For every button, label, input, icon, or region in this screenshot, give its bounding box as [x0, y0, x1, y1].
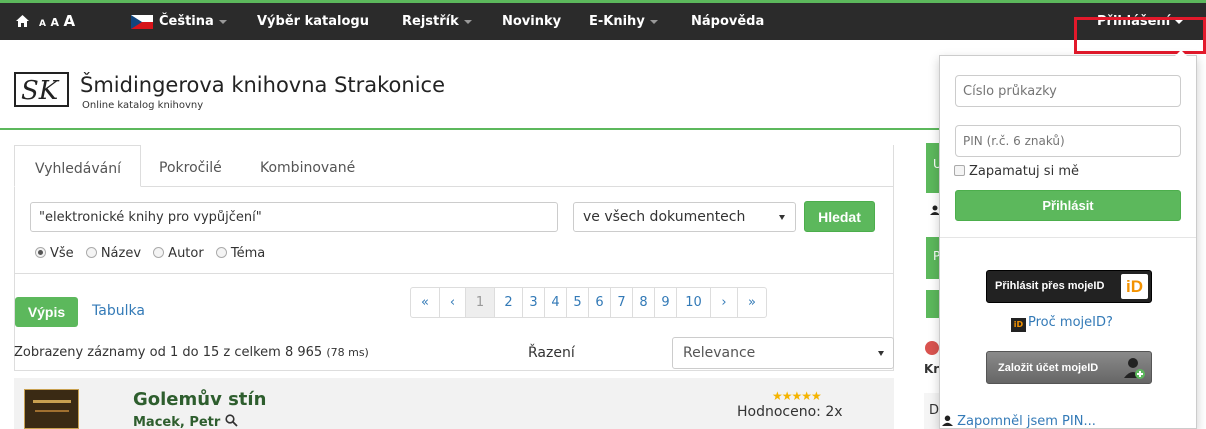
- page-first[interactable]: «: [411, 288, 440, 317]
- chevron-down-icon: [649, 19, 658, 24]
- page-5[interactable]: 5: [567, 288, 589, 317]
- page-2[interactable]: 2: [495, 288, 523, 317]
- notification-badge: [925, 341, 939, 355]
- card-number-input[interactable]: [955, 75, 1181, 107]
- book-cover-image[interactable]: [24, 389, 79, 429]
- header-divider: [0, 128, 940, 130]
- page-7[interactable]: 7: [611, 288, 633, 317]
- page-1[interactable]: 1: [466, 288, 495, 317]
- select-arrow-icon: [779, 215, 785, 220]
- radio-all[interactable]: [35, 247, 46, 258]
- search-field-radios: Vše Název Autor Téma: [35, 246, 273, 261]
- page-last[interactable]: »: [738, 288, 766, 317]
- user-icon: [942, 415, 953, 426]
- font-size-switcher[interactable]: A A A: [39, 3, 75, 40]
- forgot-pin-link[interactable]: Zapomněl jsem PIN...: [942, 414, 1096, 429]
- results-timing: (78 ms): [326, 346, 369, 359]
- search-icon[interactable]: [225, 414, 238, 427]
- list-view-button[interactable]: Výpis: [15, 297, 78, 327]
- radio-topic-label: Téma: [230, 246, 266, 261]
- tab-search[interactable]: Vyhledávání: [14, 145, 141, 187]
- radio-topic[interactable]: [215, 247, 227, 258]
- top-navbar: A A A Čeština Výběr katalogu Rejstřík No…: [0, 0, 1206, 40]
- czech-flag-icon: [131, 14, 153, 29]
- page-6[interactable]: 6: [589, 288, 611, 317]
- nav-catalog[interactable]: Výběr katalogu: [257, 3, 369, 40]
- why-mojeid-link[interactable]: iD Proč mojeID?: [1011, 315, 1113, 332]
- chevron-down-icon: [463, 19, 472, 24]
- search-input[interactable]: [30, 202, 558, 232]
- forgot-pin-label: Zapomněl jsem PIN...: [957, 414, 1096, 429]
- tab-advanced[interactable]: Pokročilé: [159, 160, 222, 176]
- mojeid-login-button[interactable]: Přihlásit přes mojeID iD: [986, 270, 1152, 303]
- nav-index-label: Rejstřík: [402, 14, 459, 29]
- create-mojeid-label: Založit účet mojeID: [998, 362, 1099, 374]
- page-3[interactable]: 3: [523, 288, 545, 317]
- panel-divider: [14, 273, 894, 274]
- dropdown-divider: [940, 237, 1196, 238]
- language-menu[interactable]: Čeština: [131, 3, 227, 40]
- nav-ebooks-label: E-Knihy: [589, 14, 645, 29]
- search-button[interactable]: Hledat: [804, 201, 875, 232]
- remember-label: Zapamatuj si mě: [969, 164, 1079, 179]
- rating-stars: ★★★★★: [772, 389, 822, 403]
- page-10[interactable]: 10: [677, 288, 711, 317]
- home-icon[interactable]: [16, 15, 29, 28]
- site-title: Šmidingerova knihovna Strakonice: [80, 73, 446, 97]
- page-next[interactable]: ›: [711, 288, 738, 317]
- remember-checkbox[interactable]: [954, 165, 965, 176]
- mojeid-logo-icon: iD: [1121, 274, 1148, 299]
- mojeid-small-icon: iD: [1011, 318, 1026, 332]
- page-4[interactable]: 4: [545, 288, 567, 317]
- select-arrow-icon: [878, 351, 884, 356]
- login-highlight-box: [1074, 17, 1206, 54]
- radio-author-label: Autor: [168, 246, 204, 261]
- page-9[interactable]: 9: [655, 288, 677, 317]
- sort-value: Relevance: [683, 345, 756, 361]
- search-scope-value: ve všech dokumentech: [583, 209, 746, 225]
- add-user-icon: [1124, 358, 1145, 379]
- page-8[interactable]: 8: [633, 288, 655, 317]
- sidebar-kr-label: Kr: [924, 362, 940, 376]
- page-prev[interactable]: ‹: [440, 288, 466, 317]
- nav-ebooks-menu[interactable]: E-Knihy: [589, 3, 658, 40]
- pin-input[interactable]: [955, 125, 1181, 157]
- sort-select[interactable]: Relevance: [672, 337, 894, 369]
- results-summary: Zobrazeny záznamy od 1 do 15 z celkem 8 …: [14, 345, 369, 360]
- nav-index-menu[interactable]: Rejstřík: [402, 3, 472, 40]
- why-mojeid-label: Proč mojeID?: [1028, 315, 1113, 330]
- mojeid-login-label: Přihlásit přes mojeID: [995, 280, 1105, 292]
- chevron-down-icon: [218, 19, 227, 24]
- sort-label: Řazení: [528, 345, 575, 361]
- logo-letters: SK: [21, 76, 59, 106]
- language-label: Čeština: [159, 14, 214, 29]
- result-title[interactable]: Golemův stín: [133, 389, 266, 410]
- login-submit-button[interactable]: Přihlásit: [955, 190, 1181, 221]
- radio-author[interactable]: [153, 247, 165, 258]
- radio-title-label: Název: [100, 246, 142, 261]
- rating-count: Hodnoceno: 2x: [737, 404, 843, 420]
- radio-title[interactable]: [85, 247, 97, 258]
- radio-all-label: Vše: [50, 246, 74, 261]
- nav-news[interactable]: Novinky: [502, 3, 561, 40]
- result-author-name: Macek, Petr: [133, 415, 221, 429]
- remember-me[interactable]: Zapamatuj si mě: [954, 164, 1079, 179]
- site-subtitle: Online katalog knihovny: [82, 100, 204, 111]
- create-mojeid-button[interactable]: Založit účet mojeID: [986, 351, 1152, 384]
- search-scope-select[interactable]: ve všech dokumentech: [573, 202, 796, 232]
- table-view-link[interactable]: Tabulka: [92, 303, 145, 319]
- nav-help[interactable]: Nápověda: [691, 3, 764, 40]
- result-author[interactable]: Macek, Petr: [133, 414, 238, 429]
- tab-combined[interactable]: Kombinované: [260, 160, 355, 176]
- library-logo[interactable]: SK: [14, 72, 69, 107]
- dropdown-arrow: [1175, 50, 1187, 56]
- results-count: Zobrazeny záznamy od 1 do 15 z celkem 8 …: [14, 345, 323, 360]
- tabs-divider: [14, 186, 894, 187]
- pagination: « ‹ 1 2 3 4 5 6 7 8 9 10 › »: [410, 287, 767, 318]
